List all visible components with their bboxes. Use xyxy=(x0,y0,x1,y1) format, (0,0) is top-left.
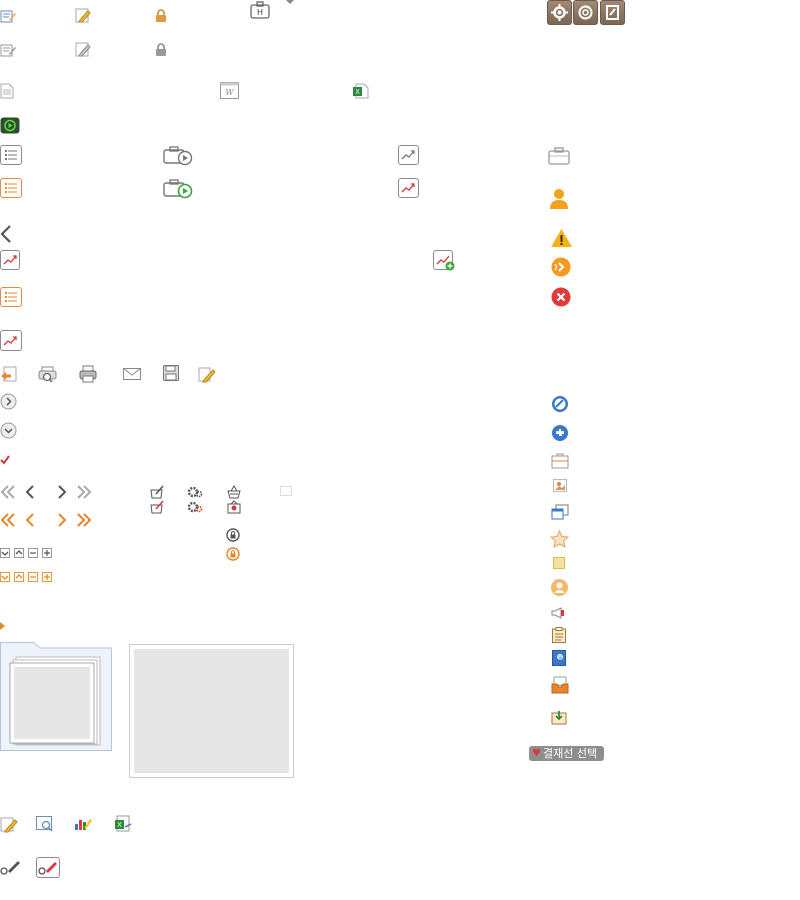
settings-button[interactable] xyxy=(547,0,572,25)
close-circle-icon[interactable] xyxy=(551,287,571,307)
user-icon[interactable] xyxy=(549,188,569,210)
chart-red-icon-2[interactable] xyxy=(0,330,22,351)
excel-file-icon[interactable]: X xyxy=(353,83,369,99)
approval-line-select-button[interactable]: ♥ 결재선 선택 xyxy=(529,746,604,761)
settings-gear-icon[interactable] xyxy=(186,485,204,499)
list-icon[interactable] xyxy=(0,145,22,165)
plus-button[interactable] xyxy=(42,548,52,558)
collapse-down-orange-button[interactable] xyxy=(0,572,10,582)
sign-pen-red-button[interactable] xyxy=(36,857,60,878)
chart-edit-icon[interactable] xyxy=(74,814,92,832)
last-page-orange-icon[interactable] xyxy=(76,512,92,528)
lock-icon[interactable] xyxy=(155,9,167,23)
user-circle-icon[interactable] xyxy=(550,578,569,597)
plus-orange-button[interactable] xyxy=(42,572,52,582)
print-preview-icon[interactable] xyxy=(38,366,58,382)
text-file-icon[interactable] xyxy=(0,83,14,99)
svg-text:W: W xyxy=(225,88,234,97)
pencil-gray-icon[interactable] xyxy=(75,42,91,58)
lock-circle-orange-icon[interactable] xyxy=(226,547,240,561)
printer-icon[interactable] xyxy=(79,365,97,383)
svg-text:X: X xyxy=(355,88,360,96)
puzzle-circle-icon[interactable] xyxy=(551,424,569,442)
bag-icon[interactable] xyxy=(551,452,569,469)
address-book-icon[interactable]: @ xyxy=(552,650,566,666)
briefcase-play-green-icon[interactable] xyxy=(163,179,193,199)
briefcase-play-icon[interactable] xyxy=(163,146,193,166)
image-icon[interactable] xyxy=(553,479,567,492)
play-button-icon[interactable] xyxy=(0,117,20,134)
checkmark-icon xyxy=(0,455,10,465)
expand-up-button[interactable] xyxy=(14,548,24,558)
refresh-button[interactable] xyxy=(573,0,598,25)
svg-text:X: X xyxy=(117,821,122,829)
chart-red-icon[interactable] xyxy=(398,178,419,198)
edit-document-gray-icon[interactable] xyxy=(0,42,16,58)
back-chevron-icon[interactable] xyxy=(0,225,12,243)
first-page-orange-icon[interactable] xyxy=(0,512,16,528)
save-icon[interactable] xyxy=(163,365,179,381)
clipboard-icon[interactable] xyxy=(552,627,566,643)
edit-pencil-icon[interactable] xyxy=(198,365,216,383)
package-red-icon[interactable] xyxy=(226,500,242,514)
edit-note-icon[interactable] xyxy=(0,815,18,833)
briefcase-icon[interactable]: H xyxy=(250,1,270,19)
inbox-icon[interactable] xyxy=(551,676,569,694)
download-box-icon[interactable] xyxy=(551,709,567,725)
tools-circle-icon[interactable] xyxy=(551,395,569,413)
briefcase-icon-gray[interactable] xyxy=(548,147,570,165)
lock-circle-icon[interactable] xyxy=(226,528,240,542)
svg-text:@: @ xyxy=(558,655,563,661)
chart-small-icon[interactable] xyxy=(0,250,20,270)
basket-icon[interactable] xyxy=(226,485,242,499)
image-search-icon[interactable] xyxy=(36,815,54,833)
collapse-down-button[interactable] xyxy=(0,548,10,558)
megaphone-icon[interactable] xyxy=(551,607,565,619)
excel-export-icon[interactable]: X xyxy=(114,815,132,833)
folder-stack-preview[interactable] xyxy=(0,642,113,752)
lock-gray-icon[interactable] xyxy=(155,43,167,57)
cleanup-red-icon[interactable] xyxy=(149,500,165,514)
chevron-right-circle-icon[interactable] xyxy=(0,393,17,410)
svg-text:H: H xyxy=(257,8,263,17)
chart-icon[interactable] xyxy=(398,145,419,165)
clipboard-edit-button[interactable] xyxy=(600,0,625,25)
mail-icon[interactable] xyxy=(123,368,141,380)
note-icon[interactable] xyxy=(553,557,565,569)
back-arrow-icon[interactable] xyxy=(0,365,18,383)
list-orange-icon-2[interactable] xyxy=(0,287,22,307)
cleanup-icon[interactable] xyxy=(149,485,165,499)
heart-icon: ♥ xyxy=(532,748,541,759)
page-preview[interactable] xyxy=(129,644,295,779)
next-page-orange-icon[interactable] xyxy=(56,512,68,528)
prev-page-orange-icon[interactable] xyxy=(24,512,36,528)
warning-icon xyxy=(550,228,573,248)
chart-add-icon[interactable] xyxy=(433,250,455,271)
orange-diamond-icon xyxy=(0,622,6,630)
approval-line-select-label: 결재선 선택 xyxy=(543,747,598,760)
pencil-icon[interactable] xyxy=(75,8,91,24)
first-page-icon[interactable] xyxy=(0,484,16,500)
sign-pen-icon[interactable] xyxy=(0,858,22,876)
word-window-icon[interactable]: W xyxy=(220,82,239,99)
forward-circle-icon[interactable] xyxy=(551,257,571,277)
prev-page-icon[interactable] xyxy=(24,484,36,500)
caret-down-icon[interactable] xyxy=(285,0,295,6)
expand-up-orange-button[interactable] xyxy=(14,572,24,582)
minus-orange-button[interactable] xyxy=(28,572,38,582)
blank-page-icon xyxy=(280,486,292,496)
minus-button[interactable] xyxy=(28,548,38,558)
next-page-icon[interactable] xyxy=(56,484,68,500)
edit-document-icon[interactable] xyxy=(0,8,16,24)
windows-icon[interactable] xyxy=(551,504,569,520)
settings-gear-red-icon[interactable] xyxy=(186,500,204,514)
list-orange-icon[interactable] xyxy=(0,178,22,198)
last-page-icon[interactable] xyxy=(76,484,92,500)
star-badge-icon[interactable] xyxy=(550,530,569,548)
chevron-down-circle-icon[interactable] xyxy=(0,422,17,439)
